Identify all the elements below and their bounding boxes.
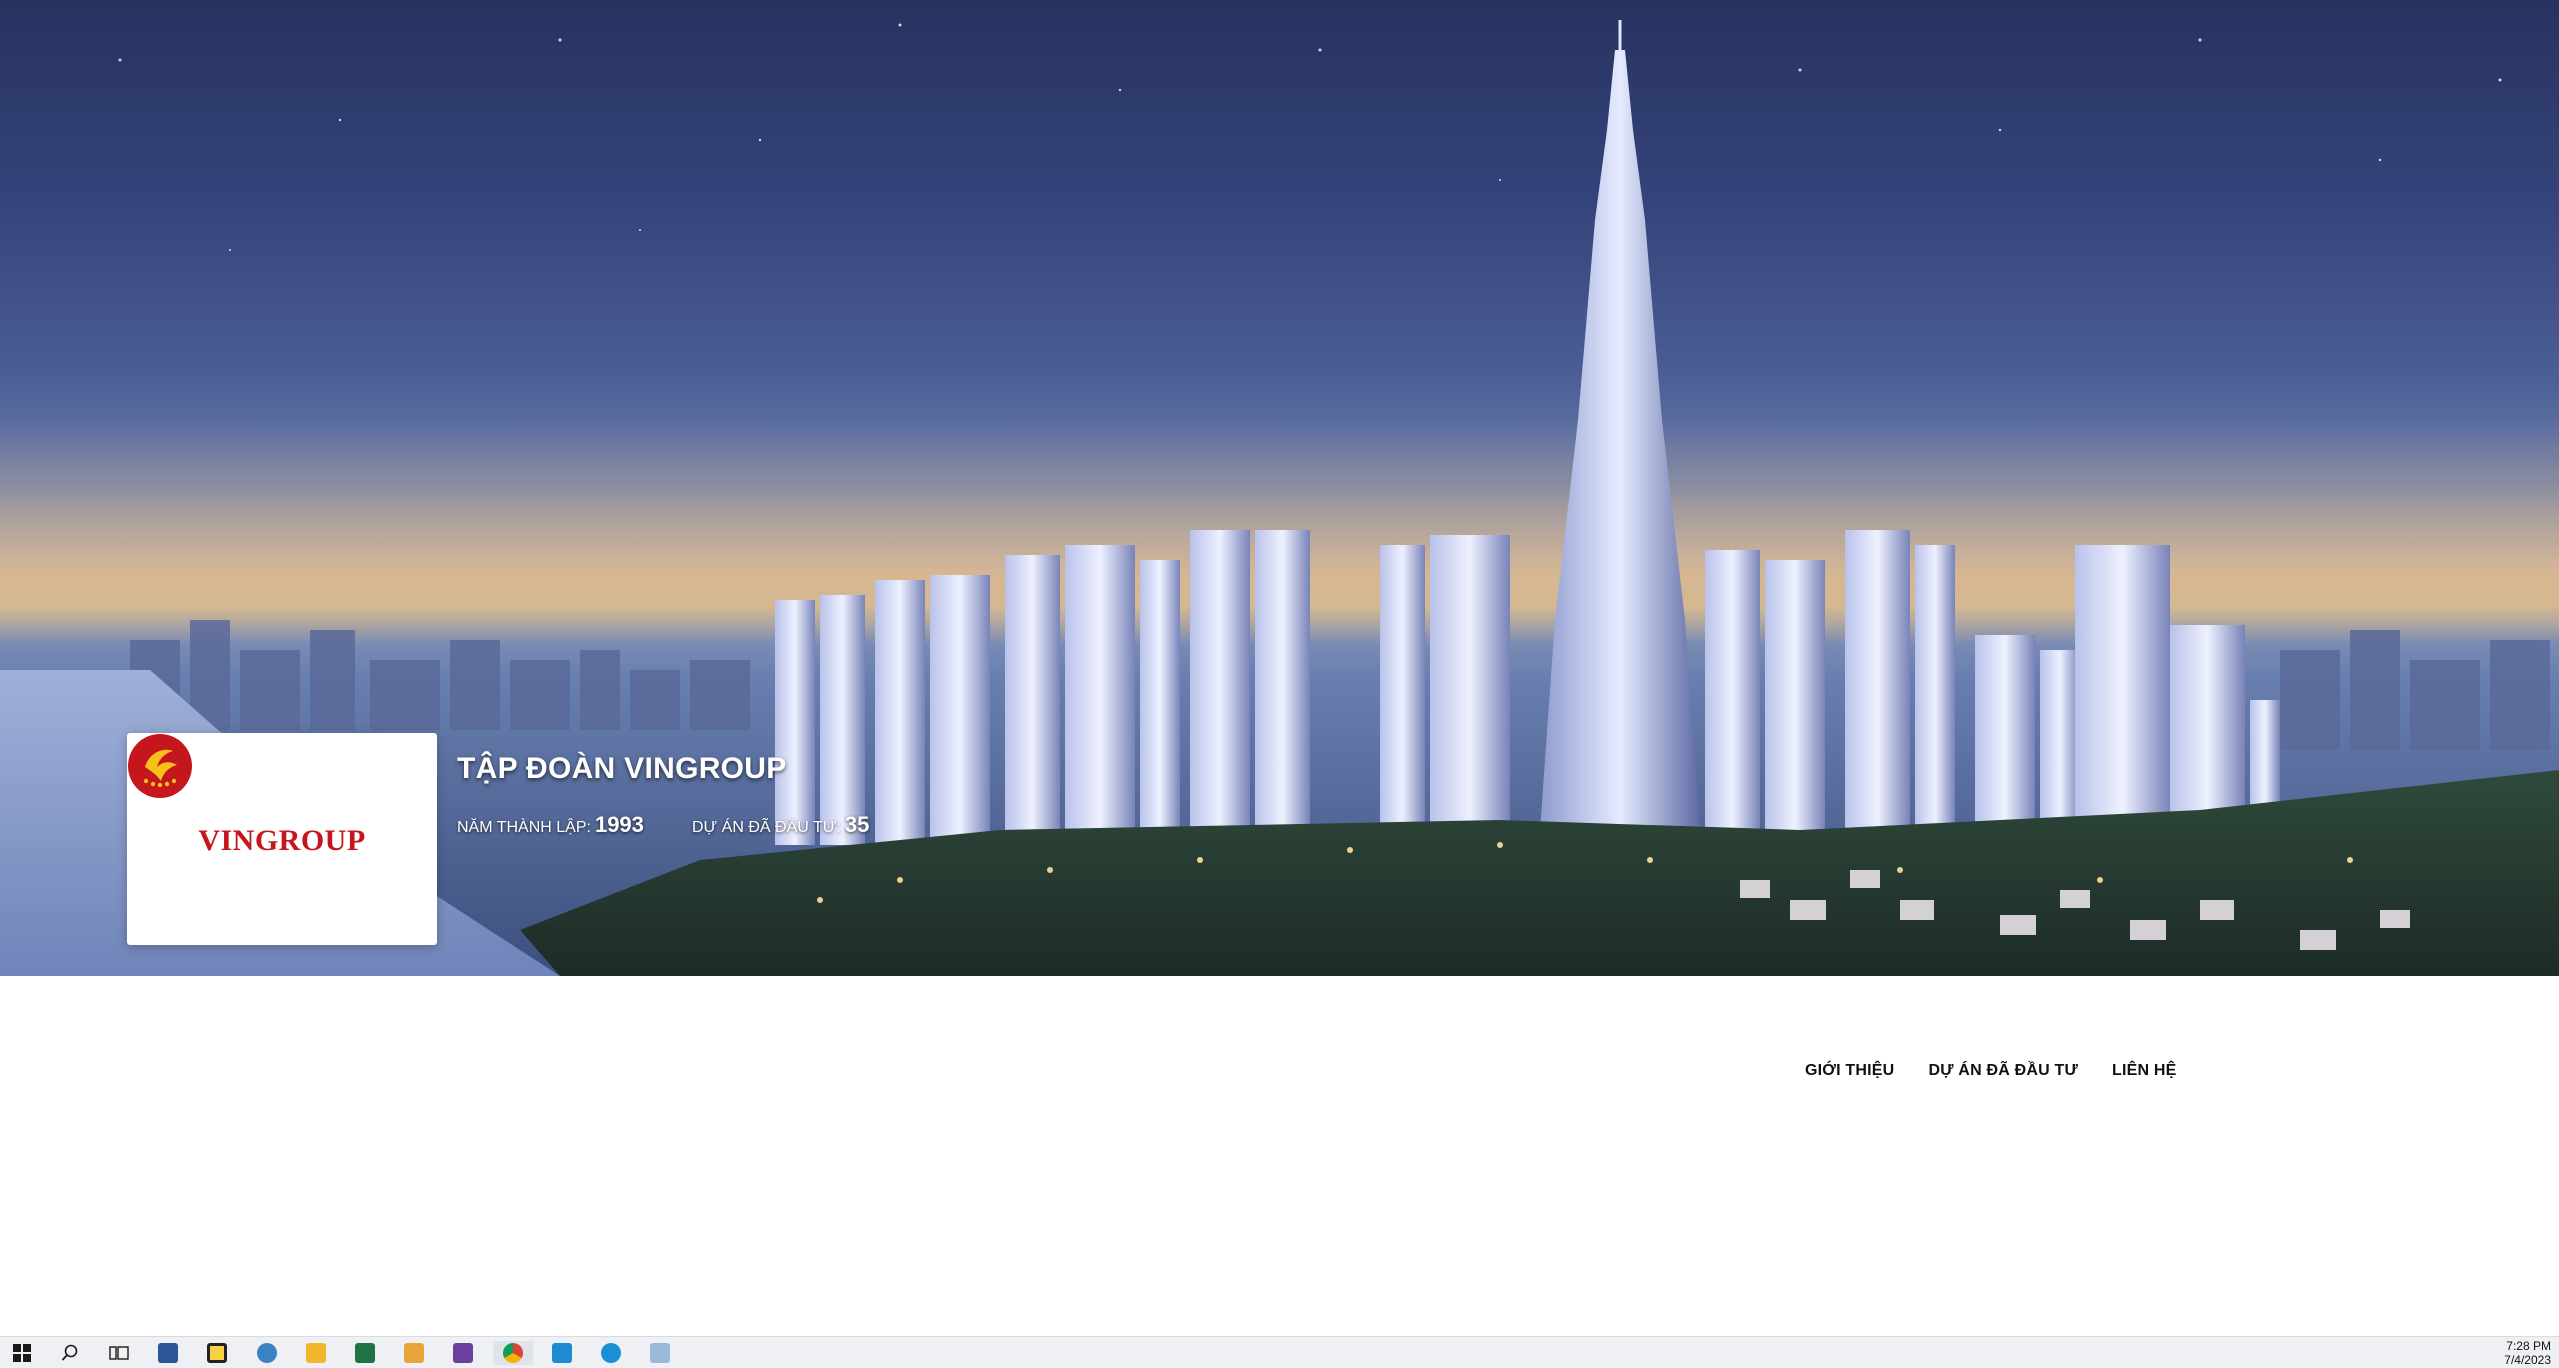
word-icon[interactable] — [148, 1341, 188, 1365]
vingroup-logo-wordmark: VINGROUP — [198, 824, 366, 857]
search-icon[interactable] — [50, 1341, 90, 1365]
company-name-heading: TẬP ĐOÀN VINGROUP — [457, 752, 787, 785]
nav-link-gioi-thieu[interactable]: GIỚI THIỆU — [1805, 1062, 1894, 1080]
chrome-notification-icon[interactable] — [247, 1341, 287, 1365]
founded-value: 1993 — [594, 812, 644, 837]
excel-icon[interactable] — [345, 1341, 385, 1365]
clock-time: 7:28 PM — [2506, 1339, 2551, 1353]
founded-year: NĂM THÀNH LẬP: 1993 — [457, 812, 644, 838]
system-clock[interactable]: 7:28 PM 7/4/2023 — [2504, 1339, 2551, 1367]
snipping-tool-icon[interactable] — [394, 1341, 434, 1365]
windows-taskbar: 7:28 PM 7/4/2023 — [0, 1336, 2559, 1368]
file-explorer-icon[interactable] — [296, 1341, 336, 1365]
task-view-icon[interactable] — [99, 1341, 139, 1365]
projects-count: DỰ ÁN ĐÃ ĐẦU TƯ: 35 — [692, 812, 869, 838]
hero-banner: VINGROUP TẬP ĐOÀN VINGROUP NĂM THÀNH LẬP… — [0, 0, 2559, 976]
founded-label: NĂM THÀNH LẬP: — [457, 819, 591, 836]
main-nav: GIỚI THIỆU DỰ ÁN ĐÃ ĐẦU TƯ LIÊN HỆ — [1805, 1062, 2177, 1080]
paint-icon[interactable] — [640, 1341, 680, 1365]
vscode-icon[interactable] — [542, 1341, 582, 1365]
company-logo-card: VINGROUP — [127, 733, 437, 945]
sticky-notes-icon[interactable] — [197, 1341, 237, 1365]
vingroup-emblem-icon — [128, 734, 192, 798]
nav-link-lien-he[interactable]: LIÊN HỆ — [2112, 1062, 2177, 1080]
clock-date: 7/4/2023 — [2504, 1353, 2551, 1367]
nav-link-du-an[interactable]: DỰ ÁN ĐÃ ĐẦU TƯ — [1928, 1062, 2078, 1080]
edge-icon[interactable] — [591, 1341, 631, 1365]
visual-studio-icon[interactable] — [443, 1341, 483, 1365]
projects-label: DỰ ÁN ĐÃ ĐẦU TƯ: — [692, 819, 841, 836]
chrome-icon[interactable] — [493, 1341, 533, 1365]
projects-value: 35 — [844, 812, 870, 837]
windows-start-icon[interactable] — [2, 1341, 42, 1365]
